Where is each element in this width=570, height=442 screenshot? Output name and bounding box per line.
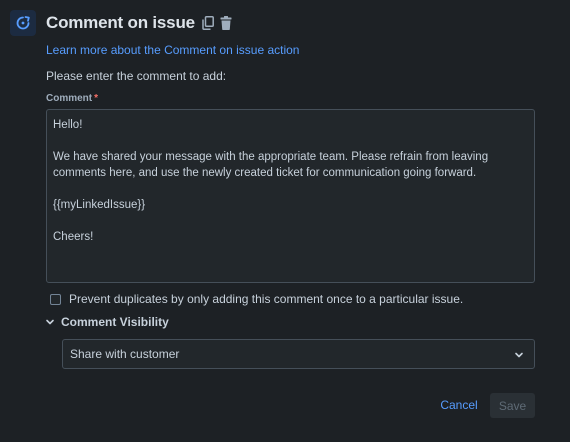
comment-visibility-label: Comment Visibility — [61, 315, 169, 329]
prevent-duplicates-checkbox[interactable] — [50, 293, 61, 305]
learn-more-link[interactable]: Learn more about the Comment on issue ac… — [46, 43, 299, 57]
comment-field-label: Comment * — [46, 93, 98, 104]
cancel-button[interactable]: Cancel — [434, 393, 484, 417]
comment-on-issue-panel: Comment on issue Learn more about the Co… — [0, 0, 570, 442]
required-marker: * — [94, 93, 99, 104]
comment-label-text: Comment — [46, 93, 93, 104]
visibility-select-value: Share with customer — [70, 347, 180, 361]
page-title: Comment on issue — [46, 13, 195, 32]
copy-icon[interactable] — [201, 15, 215, 31]
visibility-select[interactable]: Share with customer — [62, 339, 535, 369]
prevent-duplicates-label: Prevent duplicates by only adding this c… — [69, 292, 464, 306]
panel-header: Comment on issue — [10, 10, 233, 36]
trash-icon[interactable] — [219, 15, 233, 31]
comment-prompt: Please enter the comment to add: — [46, 69, 227, 83]
comment-textarea[interactable]: Hello! We have shared your message with … — [46, 109, 535, 283]
save-button[interactable]: Save — [490, 393, 535, 418]
comment-visibility-toggle[interactable]: Comment Visibility — [45, 315, 169, 329]
chevron-down-icon — [46, 319, 54, 325]
prevent-duplicates-option[interactable]: Prevent duplicates by only adding this c… — [50, 292, 463, 306]
chevron-down-icon — [515, 352, 523, 358]
comment-action-icon — [10, 10, 36, 36]
